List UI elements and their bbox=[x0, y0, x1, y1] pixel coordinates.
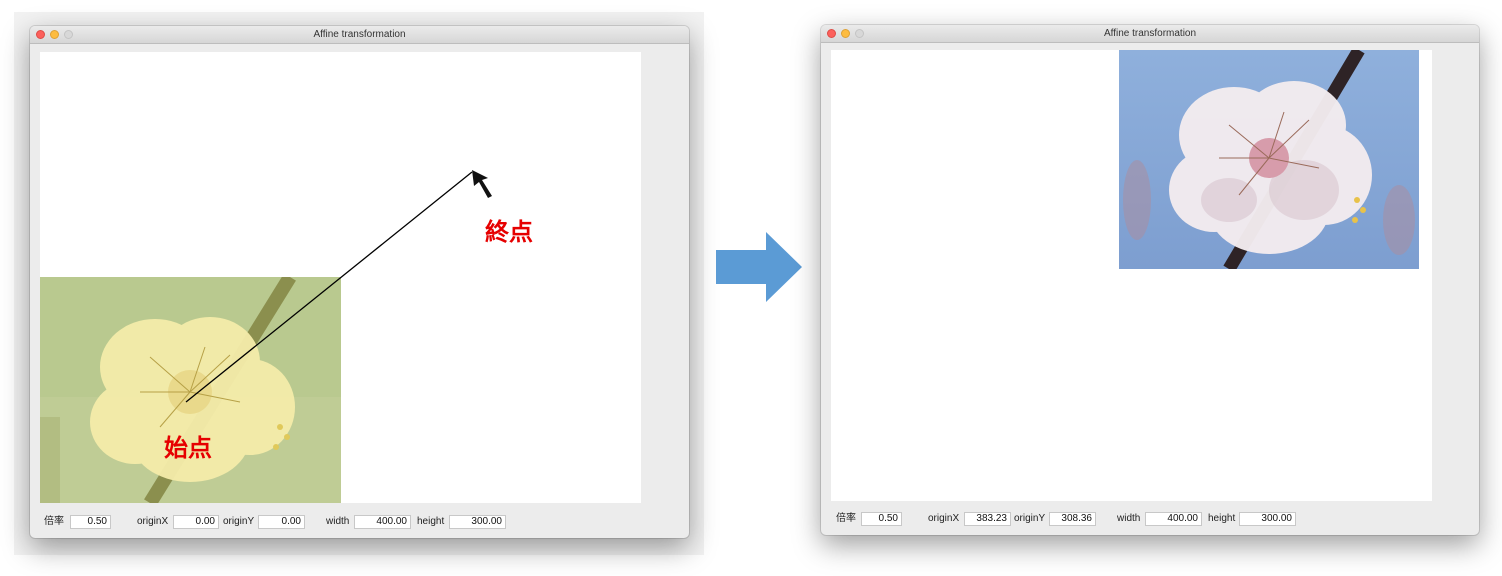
scale-field[interactable]: 0.50 bbox=[70, 515, 111, 529]
originx-label: originX bbox=[928, 513, 960, 524]
minimize-light-icon[interactable] bbox=[50, 30, 59, 39]
start-point-label: 始点 bbox=[164, 435, 212, 462]
drawing-canvas[interactable] bbox=[831, 50, 1432, 501]
width-label: width bbox=[1117, 513, 1141, 524]
right-window: Affine transformation 倍率 0.50 originX 38… bbox=[821, 25, 1479, 535]
left-titlebar: Affine transformation bbox=[30, 26, 689, 44]
minimize-light-icon[interactable] bbox=[841, 29, 850, 38]
window-title: Affine transformation bbox=[313, 29, 406, 40]
drawing-canvas[interactable]: 終点 始点 bbox=[40, 52, 641, 503]
originy-label: originY bbox=[1014, 513, 1046, 524]
originy-field[interactable]: 308.36 bbox=[1049, 512, 1096, 526]
width-label: width bbox=[326, 516, 350, 527]
right-arrow-icon bbox=[716, 232, 802, 302]
originx-field[interactable]: 0.00 bbox=[173, 515, 219, 529]
left-window: Affine transformation 終点 始点 倍率 0.50 orig… bbox=[30, 26, 689, 538]
height-label: height bbox=[417, 516, 445, 527]
right-titlebar: Affine transformation bbox=[821, 25, 1479, 43]
height-field[interactable]: 300.00 bbox=[1239, 512, 1296, 526]
scale-field[interactable]: 0.50 bbox=[861, 512, 902, 526]
scale-label: 倍率 bbox=[836, 513, 856, 524]
originx-label: originX bbox=[137, 516, 169, 527]
close-light-icon[interactable] bbox=[36, 30, 45, 39]
originy-label: originY bbox=[223, 516, 255, 527]
maximize-light-icon[interactable] bbox=[855, 29, 864, 38]
originy-field[interactable]: 0.00 bbox=[258, 515, 305, 529]
drag-line bbox=[185, 171, 473, 403]
right-controls: 倍率 0.50 originX 383.23 originY 308.36 wi… bbox=[821, 511, 1479, 527]
flower-photo bbox=[1119, 50, 1419, 269]
end-point-label: 終点 bbox=[485, 219, 533, 246]
left-controls: 倍率 0.50 originX 0.00 originY 0.00 width … bbox=[30, 514, 689, 530]
width-field[interactable]: 400.00 bbox=[1145, 512, 1202, 526]
height-field[interactable]: 300.00 bbox=[449, 515, 506, 529]
height-label: height bbox=[1208, 513, 1236, 524]
width-field[interactable]: 400.00 bbox=[354, 515, 411, 529]
window-title: Affine transformation bbox=[1103, 28, 1197, 39]
maximize-light-icon[interactable] bbox=[64, 30, 73, 39]
originx-field[interactable]: 383.23 bbox=[964, 512, 1011, 526]
pointer-arrow-icon bbox=[472, 170, 492, 198]
close-light-icon[interactable] bbox=[827, 29, 836, 38]
scale-label: 倍率 bbox=[44, 516, 64, 527]
